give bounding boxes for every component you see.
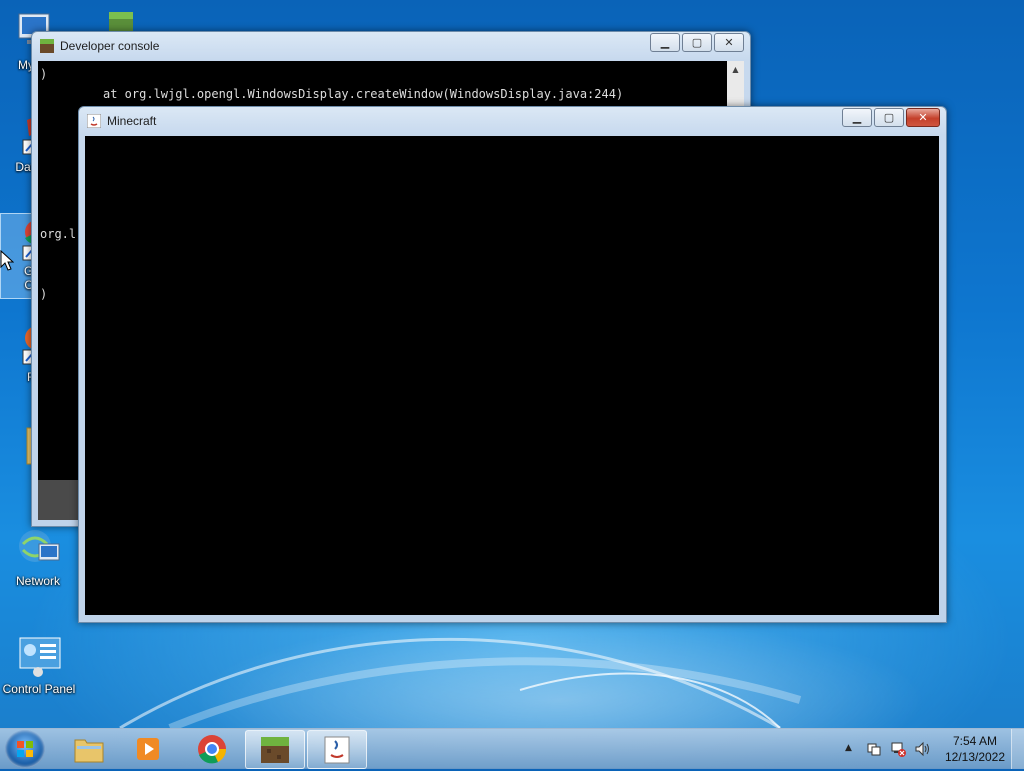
volume-icon[interactable] xyxy=(914,741,930,757)
show-desktop-button[interactable] xyxy=(1011,729,1024,769)
close-icon: ✕ xyxy=(918,111,928,124)
chrome-icon xyxy=(196,734,228,764)
media-player-icon xyxy=(133,734,165,764)
clock-date: 12/13/2022 xyxy=(944,750,1006,764)
grass-block-icon xyxy=(40,39,54,53)
system-clock[interactable]: 7:54 AM 12/13/2022 xyxy=(940,733,1010,765)
network-globe-icon xyxy=(15,526,61,572)
close-button[interactable]: ✕ xyxy=(714,33,744,52)
console-line: ) xyxy=(40,287,48,301)
windows-logo-icon xyxy=(17,741,33,757)
desktop-icon-network[interactable]: Network xyxy=(2,526,74,588)
maximize-icon: ▢ xyxy=(691,36,703,49)
console-line: org.l xyxy=(40,227,77,241)
taskbar: ▲ 7:54 AM 12/13/2022 xyxy=(0,728,1024,769)
start-button[interactable] xyxy=(5,730,45,768)
taskbar-media-player-button[interactable] xyxy=(120,730,178,767)
close-button[interactable]: ✕ xyxy=(906,108,940,127)
taskbar-minecraft-button[interactable] xyxy=(245,730,305,769)
scroll-up-icon[interactable]: ▲ xyxy=(727,61,744,78)
action-center-icon[interactable] xyxy=(866,741,882,757)
desktop-icon-label: Control Panel xyxy=(2,682,76,696)
clock-time: 7:54 AM xyxy=(952,734,998,748)
minimize-button[interactable]: ▁ xyxy=(842,108,872,127)
java-icon xyxy=(321,735,353,765)
taskbar-chrome-button[interactable] xyxy=(183,730,241,767)
console-line: at org.lwjgl.opengl.WindowsDisplay.creat… xyxy=(103,87,624,101)
minimize-icon: ▁ xyxy=(660,36,670,49)
mouse-cursor-icon xyxy=(0,250,14,271)
control-panel-icon xyxy=(16,634,62,680)
desktop-icon-label: Network xyxy=(15,574,60,588)
maximize-button[interactable]: ▢ xyxy=(874,108,904,127)
close-icon: ✕ xyxy=(724,36,734,49)
console-line: ) xyxy=(40,67,48,81)
minecraft-game-canvas[interactable] xyxy=(85,136,939,615)
show-hidden-icons-button[interactable]: ▲ xyxy=(845,743,861,759)
desktop-icon-control-panel[interactable]: Control Panel xyxy=(2,634,76,696)
maximize-icon: ▢ xyxy=(883,111,895,124)
window-title: Developer console xyxy=(60,39,160,53)
taskbar-java-button[interactable] xyxy=(307,730,367,769)
folder-icon xyxy=(73,734,105,764)
taskbar-explorer-button[interactable] xyxy=(60,730,118,767)
java-icon xyxy=(86,113,102,129)
network-disconnected-icon[interactable] xyxy=(890,741,906,757)
console-titlebar[interactable]: Developer console ▁ ▢ ✕ xyxy=(32,32,750,60)
minimize-button[interactable]: ▁ xyxy=(650,33,680,52)
minecraft-titlebar[interactable]: Minecraft ▁ ▢ ✕ xyxy=(79,107,946,135)
minecraft-window[interactable]: Minecraft ▁ ▢ ✕ xyxy=(78,106,947,623)
window-title: Minecraft xyxy=(107,114,157,128)
grass-block-icon xyxy=(259,735,291,765)
minimize-icon: ▁ xyxy=(852,111,862,124)
maximize-button[interactable]: ▢ xyxy=(682,33,712,52)
